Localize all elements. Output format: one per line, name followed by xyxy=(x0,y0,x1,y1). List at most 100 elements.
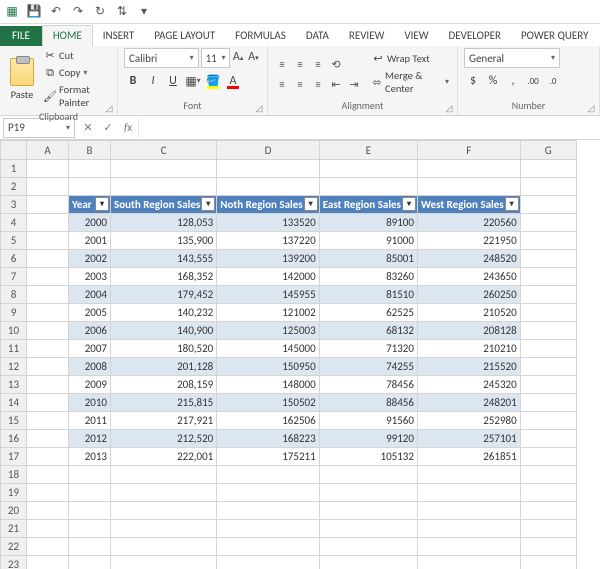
table-cell[interactable]: 125003 xyxy=(217,322,319,340)
cell[interactable] xyxy=(417,538,520,556)
align-top-icon[interactable]: ≡ xyxy=(274,57,290,73)
column-header[interactable]: B xyxy=(69,141,111,160)
cell[interactable] xyxy=(417,502,520,520)
cell[interactable] xyxy=(520,178,576,196)
table-cell[interactable]: 150502 xyxy=(217,394,319,412)
table-cell[interactable]: 208,159 xyxy=(111,376,217,394)
cell[interactable] xyxy=(520,286,576,304)
cell[interactable] xyxy=(520,268,576,286)
format-painter-button[interactable]: 🖌Format Painter xyxy=(42,82,111,110)
table-cell[interactable]: 85001 xyxy=(319,250,417,268)
save-icon[interactable]: 💾 xyxy=(26,4,42,20)
table-cell[interactable]: 148000 xyxy=(217,376,319,394)
cell[interactable] xyxy=(27,160,69,178)
number-format-select[interactable]: General▾ xyxy=(464,48,560,68)
row-header[interactable]: 9 xyxy=(1,304,27,322)
column-header[interactable]: C xyxy=(111,141,217,160)
cell[interactable] xyxy=(520,448,576,466)
underline-button[interactable]: U xyxy=(164,72,182,90)
column-header[interactable]: F xyxy=(417,141,520,160)
formula-input[interactable] xyxy=(138,118,600,138)
cell[interactable] xyxy=(520,556,576,569)
row-header[interactable]: 6 xyxy=(1,250,27,268)
cell[interactable] xyxy=(111,160,217,178)
cell[interactable] xyxy=(520,160,576,178)
clipboard-launcher-icon[interactable]: ◿ xyxy=(103,102,115,114)
row-header[interactable]: 18 xyxy=(1,466,27,484)
tab-data[interactable]: DATA xyxy=(296,26,339,46)
cell[interactable] xyxy=(27,502,69,520)
table-cell[interactable]: 150950 xyxy=(217,358,319,376)
cell[interactable] xyxy=(217,538,319,556)
font-launcher-icon[interactable]: ◿ xyxy=(253,102,265,114)
table-cell[interactable]: 222,001 xyxy=(111,448,217,466)
cell[interactable] xyxy=(27,556,69,569)
tab-review[interactable]: REVIEW xyxy=(339,26,395,46)
cell[interactable] xyxy=(69,538,111,556)
table-cell[interactable]: 2010 xyxy=(69,394,111,412)
cell[interactable] xyxy=(520,466,576,484)
fill-color-button[interactable]: 🪣 xyxy=(204,72,222,90)
table-cell[interactable]: 91000 xyxy=(319,232,417,250)
table-cell[interactable]: 220560 xyxy=(417,214,520,232)
table-cell[interactable]: 133520 xyxy=(217,214,319,232)
table-cell[interactable]: 221950 xyxy=(417,232,520,250)
decrease-decimal-icon[interactable]: .0 xyxy=(544,72,562,90)
font-size-select[interactable]: 11▾ xyxy=(201,48,231,68)
cell[interactable] xyxy=(520,196,576,214)
cell[interactable] xyxy=(417,520,520,538)
cell[interactable] xyxy=(69,160,111,178)
table-cell[interactable]: 145000 xyxy=(217,340,319,358)
italic-button[interactable]: I xyxy=(144,72,162,90)
tab-insert[interactable]: INSERT xyxy=(93,26,145,46)
table-cell[interactable]: 162506 xyxy=(217,412,319,430)
table-cell[interactable]: 252980 xyxy=(417,412,520,430)
table-cell[interactable]: 168223 xyxy=(217,430,319,448)
align-middle-icon[interactable]: ≡ xyxy=(292,57,308,73)
cell[interactable] xyxy=(27,448,69,466)
table-header-cell[interactable]: Noth Region Sales▾ xyxy=(217,196,319,214)
table-cell[interactable]: 83260 xyxy=(319,268,417,286)
tab-home[interactable]: HOME xyxy=(42,25,93,46)
currency-button[interactable]: $ xyxy=(464,72,482,90)
row-header[interactable]: 8 xyxy=(1,286,27,304)
row-header[interactable]: 2 xyxy=(1,178,27,196)
cell[interactable] xyxy=(27,322,69,340)
cell[interactable] xyxy=(520,214,576,232)
row-header[interactable]: 17 xyxy=(1,448,27,466)
cell[interactable] xyxy=(27,376,69,394)
table-header-cell[interactable]: South Region Sales▾ xyxy=(111,196,217,214)
cell[interactable] xyxy=(217,160,319,178)
row-header[interactable]: 4 xyxy=(1,214,27,232)
font-color-button[interactable]: A xyxy=(224,72,242,90)
table-cell[interactable]: 62525 xyxy=(319,304,417,322)
cell[interactable] xyxy=(417,466,520,484)
row-header[interactable]: 5 xyxy=(1,232,27,250)
wrap-text-button[interactable]: ↩Wrap Text xyxy=(370,51,451,66)
cell[interactable] xyxy=(319,538,417,556)
table-cell[interactable]: 2005 xyxy=(69,304,111,322)
table-cell[interactable]: 74255 xyxy=(319,358,417,376)
tab-file[interactable]: FILE xyxy=(0,26,42,46)
filter-button-icon[interactable]: ▾ xyxy=(95,197,109,211)
cell[interactable] xyxy=(69,466,111,484)
cell[interactable] xyxy=(69,178,111,196)
table-cell[interactable]: 105132 xyxy=(319,448,417,466)
cell[interactable] xyxy=(111,556,217,569)
row-header[interactable]: 1 xyxy=(1,160,27,178)
cell[interactable] xyxy=(27,340,69,358)
table-header-cell[interactable]: East Region Sales▾ xyxy=(319,196,417,214)
table-cell[interactable]: 71320 xyxy=(319,340,417,358)
filter-button-icon[interactable]: ▾ xyxy=(304,197,318,211)
table-cell[interactable]: 2001 xyxy=(69,232,111,250)
undo-icon[interactable]: ↶ xyxy=(48,4,64,20)
table-cell[interactable]: 99120 xyxy=(319,430,417,448)
cell[interactable] xyxy=(69,502,111,520)
font-family-select[interactable]: Calibri▾ xyxy=(124,48,199,68)
cell[interactable] xyxy=(27,394,69,412)
table-cell[interactable]: 139200 xyxy=(217,250,319,268)
cell[interactable] xyxy=(417,160,520,178)
qat-customize-icon[interactable]: ▾ xyxy=(136,4,152,20)
cell[interactable] xyxy=(27,214,69,232)
cell[interactable] xyxy=(417,178,520,196)
